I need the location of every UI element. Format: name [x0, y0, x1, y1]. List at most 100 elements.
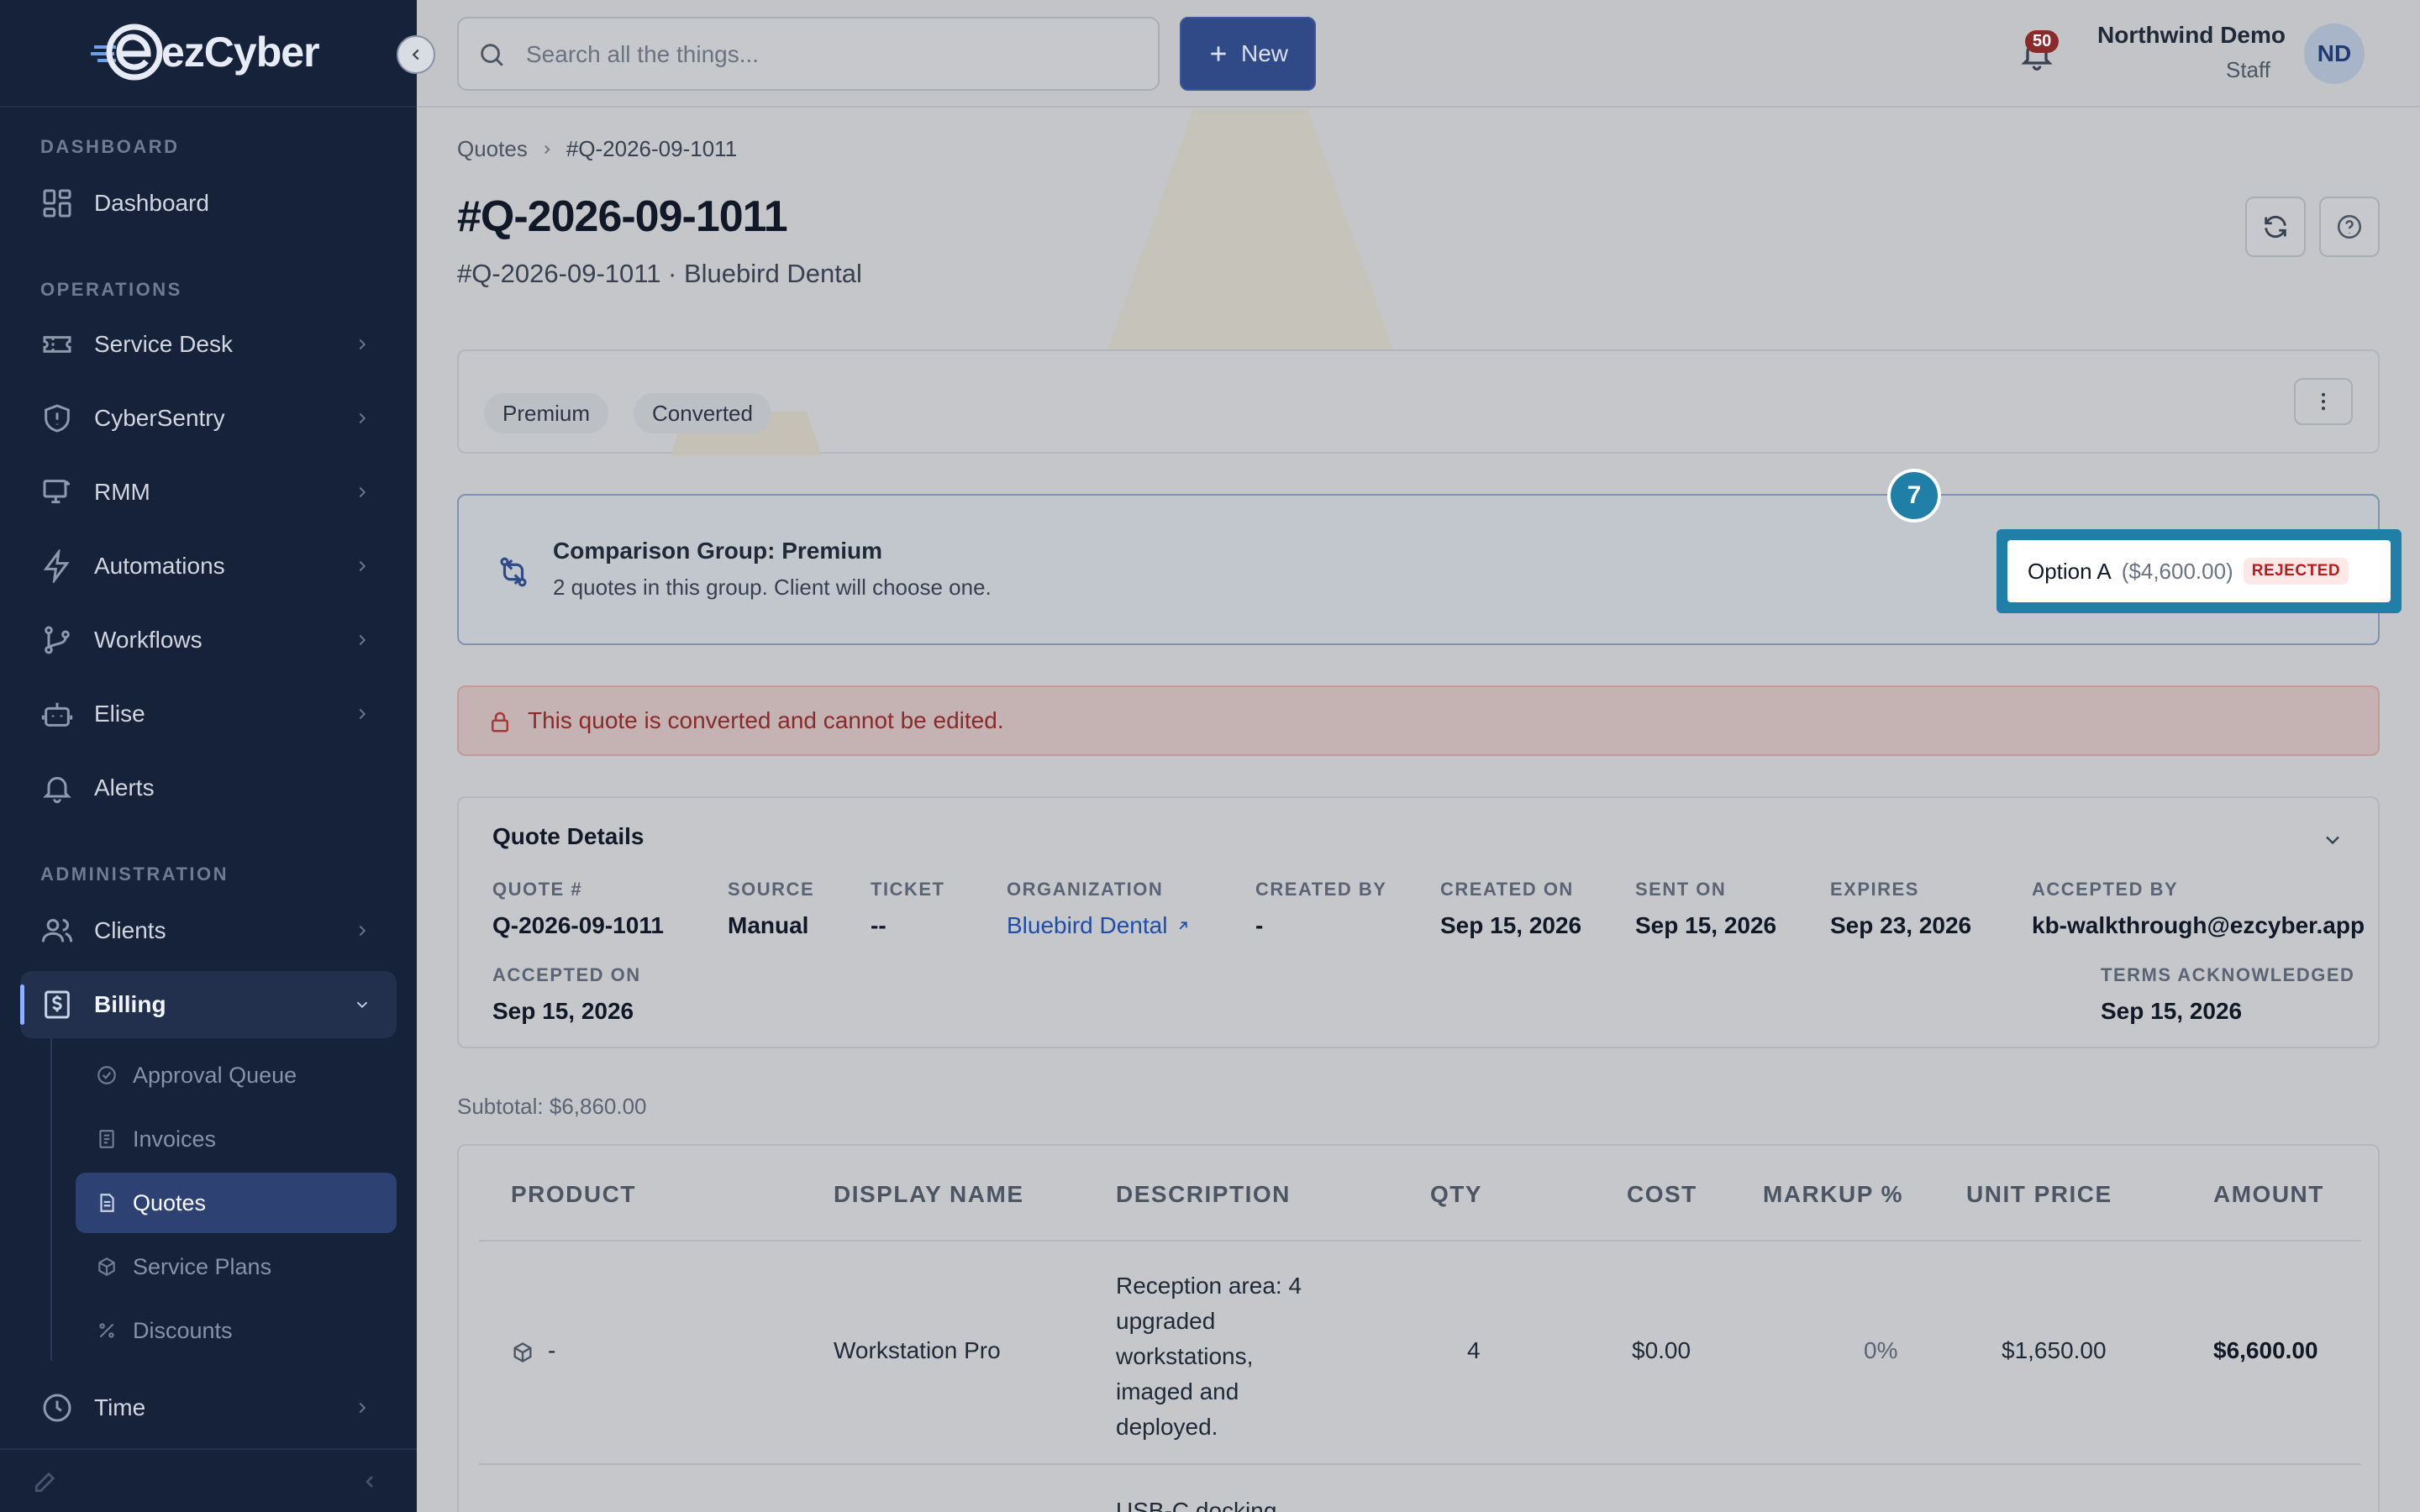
search-input[interactable]	[526, 34, 1131, 76]
comparison-title: Comparison Group: Premium	[553, 538, 883, 564]
sidebar-subitem-label: Quotes	[133, 1189, 207, 1215]
field-value-expires: Sep 23, 2026	[1830, 912, 1972, 938]
breadcrumb-quotes-link[interactable]: Quotes	[457, 136, 528, 162]
column-header-amount: AMOUNT	[2213, 1181, 2324, 1207]
sidebar-item-alerts[interactable]: Alerts	[20, 754, 397, 822]
field-label: SENT ON	[1635, 879, 1727, 900]
sidebar-item-label: Workflows	[94, 627, 203, 653]
shield-icon	[45, 404, 70, 433]
option-a-chip-inner: Option A ($4,600.00) REJECTED	[2007, 540, 2391, 602]
sidebar-item-service-desk[interactable]: Service Desk	[20, 311, 397, 378]
column-header-markup: MARKUP %	[1763, 1181, 1904, 1207]
sidebar-item-rmm[interactable]: RMM	[20, 459, 397, 526]
column-header-product: PRODUCT	[511, 1181, 636, 1207]
chevron-down-icon[interactable]	[2321, 828, 2344, 852]
logo[interactable]: ezCyber	[91, 22, 320, 82]
branch-icon	[45, 626, 70, 654]
new-button-label: New	[1240, 40, 1288, 66]
chevron-right-icon	[359, 339, 366, 350]
main-content: Quotes #Q-2026-09-1011 #Q-2026-09-1011 #…	[417, 109, 2420, 1512]
line-items-table: PRODUCT DISPLAY NAME DESCRIPTION QTY COS…	[457, 1144, 2380, 1512]
field-label: ORGANIZATION	[1007, 879, 1164, 900]
more-actions-button[interactable]	[2294, 378, 2353, 425]
field-value-quote-number: Q-2026-09-1011	[492, 912, 664, 938]
sidebar-subitem-label: Approval Queue	[133, 1062, 297, 1088]
percent-icon	[99, 1323, 114, 1338]
quote-details-card: Quote Details QUOTE # Q-2026-09-1011 SOU…	[457, 796, 2380, 1048]
chevron-right-icon	[359, 925, 366, 937]
sidebar-item-workflows[interactable]: Workflows	[20, 606, 397, 674]
topbar: New 50 Northwind Demo Staff ND	[417, 0, 2420, 108]
cube-icon	[98, 1257, 115, 1276]
global-search[interactable]	[457, 17, 1160, 91]
sidebar-collapse-button[interactable]	[397, 35, 435, 74]
organization-link[interactable]: Bluebird Dental	[1007, 912, 1191, 939]
sidebar-item-label: RMM	[94, 479, 150, 505]
collapse-chevron-icon[interactable]	[360, 1472, 380, 1492]
sidebar-subitem-service-plans[interactable]: Service Plans	[76, 1236, 397, 1297]
converted-alert: This quote is converted and cannot be ed…	[457, 685, 2380, 756]
users-icon	[41, 919, 73, 942]
cell-description: USB-C docking	[1116, 1498, 1277, 1512]
sidebar-subitem-label: Discounts	[133, 1317, 233, 1343]
help-button[interactable]	[2319, 197, 2380, 257]
sidebar-item-label: Time	[94, 1394, 146, 1420]
chevron-right-icon	[359, 486, 366, 498]
sidebar-subitem-discounts[interactable]: Discounts	[76, 1300, 397, 1361]
comparison-description: 2 quotes in this group. Client will choo…	[553, 575, 992, 600]
cell-product: -	[548, 1337, 556, 1363]
search-icon	[481, 44, 503, 66]
sidebar-item-automations[interactable]: Automations	[20, 533, 397, 600]
sidebar-item-label: CyberSentry	[94, 405, 225, 431]
field-label: CREATED BY	[1255, 879, 1387, 900]
field-value-sent-on: Sep 15, 2026	[1635, 912, 1777, 938]
sidebar-item-elise[interactable]: Elise	[20, 680, 397, 748]
avatar[interactable]: ND	[2304, 24, 2365, 84]
field-value-created-on: Sep 15, 2026	[1440, 912, 1582, 938]
column-header-qty: QTY	[1430, 1181, 1483, 1207]
breadcrumb: Quotes #Q-2026-09-1011	[457, 136, 737, 162]
chevron-right-icon	[359, 708, 366, 720]
field-value-accepted-on: Sep 15, 2026	[492, 998, 634, 1024]
sidebar-item-billing[interactable]: Billing	[20, 971, 397, 1038]
tour-step-badge: 7	[1887, 469, 1941, 522]
field-value-ticket: --	[871, 912, 886, 938]
field-label: TERMS ACKNOWLEDGED	[2101, 964, 2355, 985]
compare-arrows-icon	[500, 557, 527, 587]
tour-spotlight-beam	[1107, 109, 1393, 349]
refresh-button[interactable]	[2245, 197, 2306, 257]
sidebar-item-clients[interactable]: Clients	[20, 897, 397, 964]
option-a-chip[interactable]: Option A ($4,600.00) REJECTED	[1996, 529, 2402, 613]
cell-markup: 0%	[1864, 1337, 1898, 1363]
cube-icon	[513, 1342, 532, 1362]
cell-display-name: Workstation Pro	[834, 1337, 1001, 1363]
user-name[interactable]: Northwind Demo	[2097, 22, 2286, 49]
document-icon	[100, 1194, 114, 1212]
sidebar-item-label: Clients	[94, 917, 166, 943]
page-title: #Q-2026-09-1011	[457, 192, 788, 241]
sidebar-item-time[interactable]: Time	[20, 1374, 397, 1441]
field-label: CREATED ON	[1440, 879, 1574, 900]
quote-details-title: Quote Details	[492, 823, 644, 849]
refresh-icon	[2265, 215, 2286, 239]
tag-converted: Converted	[634, 393, 771, 433]
field-label: EXPIRES	[1830, 879, 1919, 900]
option-status-badge: REJECTED	[2243, 558, 2349, 585]
pencil-icon[interactable]	[32, 1468, 59, 1495]
submenu-guide-line	[50, 1038, 52, 1361]
option-price: ($4,600.00)	[2121, 558, 2233, 584]
sidebar-item-cybersentry[interactable]: CyberSentry	[20, 385, 397, 452]
sidebar-subitem-quotes[interactable]: Quotes	[76, 1173, 397, 1233]
new-button[interactable]: New	[1180, 17, 1316, 91]
sidebar-item-dashboard[interactable]: Dashboard	[20, 170, 397, 237]
sidebar-item-label: Dashboard	[94, 190, 209, 216]
sidebar-subitem-invoices[interactable]: Invoices	[76, 1109, 397, 1169]
breadcrumb-current: #Q-2026-09-1011	[566, 136, 738, 161]
logo-text: ezCyber	[161, 29, 320, 76]
column-header-unit-price: UNIT PRICE	[1966, 1181, 2112, 1207]
chevron-right-icon	[359, 634, 366, 646]
plus-icon	[1211, 46, 1226, 61]
clock-icon	[43, 1394, 71, 1422]
sidebar-subitem-approval-queue[interactable]: Approval Queue	[76, 1045, 397, 1105]
grid-icon	[43, 189, 71, 218]
